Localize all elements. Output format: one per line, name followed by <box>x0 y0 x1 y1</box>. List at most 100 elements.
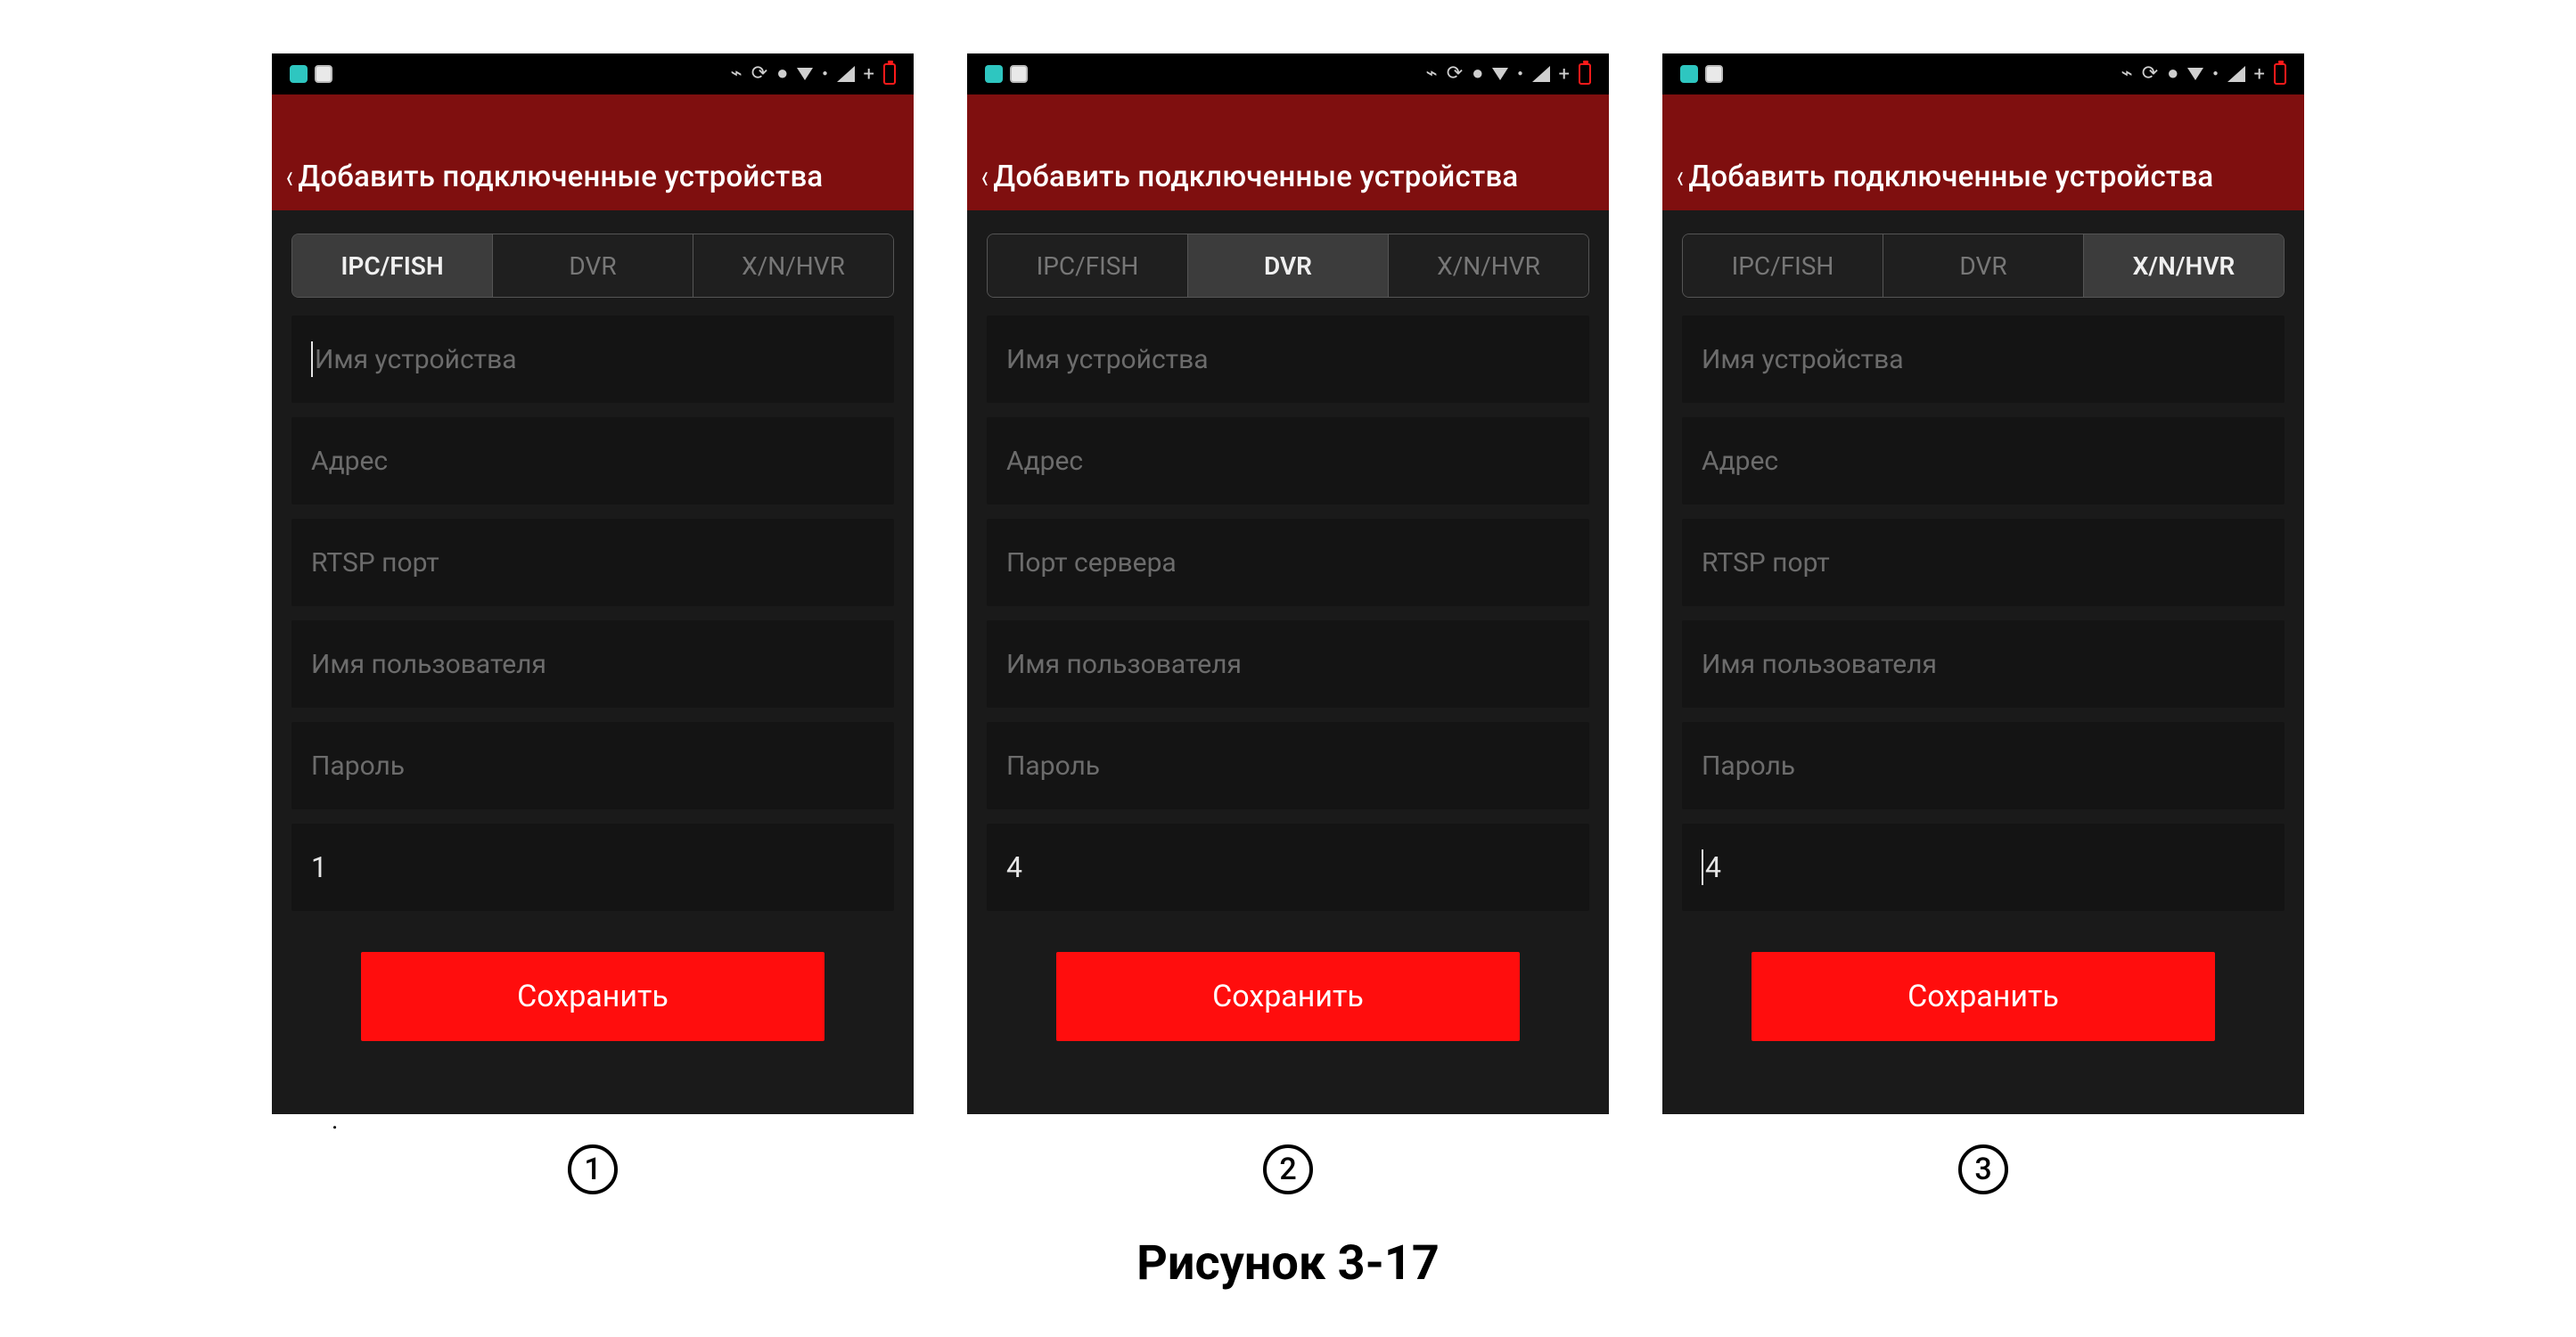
bluetooth-icon: ⌁ <box>730 64 742 84</box>
wifi-icon <box>797 68 813 80</box>
header-title: Добавить подключенные устройства <box>993 160 1518 194</box>
form-field[interactable]: Адрес <box>291 417 894 504</box>
status-bar: ⌁ ⟳ ● ● + <box>967 53 1609 94</box>
plus-icon: + <box>864 63 874 86</box>
chevron-left-icon: ‹ <box>286 160 293 194</box>
battery-low-icon <box>2274 63 2286 85</box>
status-bar: ⌁ ⟳ ● ● + <box>1662 53 2304 94</box>
signal-icon <box>837 66 855 82</box>
field-placeholder: Имя пользователя <box>1006 649 1242 680</box>
field-placeholder: Имя устройства <box>1006 344 1209 375</box>
plus-icon: + <box>1559 63 1570 86</box>
field-placeholder: Пароль <box>311 751 405 782</box>
form-field[interactable]: 1 <box>291 824 894 911</box>
signal-icon <box>2227 66 2245 82</box>
dot-icon: ● <box>1472 64 1483 84</box>
header-title: Добавить подключенные устройства <box>1688 160 2213 194</box>
field-placeholder: Адрес <box>1006 446 1083 477</box>
device-type-tab[interactable]: DVR <box>1188 234 1389 297</box>
phone-screenshot: ⌁ ⟳ ● ● + ‹ Добавить подключенные устрой… <box>1662 53 2304 1114</box>
phone-screenshot: ⌁ ⟳ ● ● + ‹ Добавить подключенные устрой… <box>272 53 914 1114</box>
field-placeholder: Пароль <box>1702 751 1795 782</box>
field-placeholder: RTSP порт <box>311 547 439 578</box>
bluetooth-icon: ⌁ <box>2121 64 2132 84</box>
sync-icon: ⟳ <box>751 64 767 84</box>
status-app-icon <box>315 65 332 83</box>
form-field[interactable]: Пароль <box>291 722 894 809</box>
back-button[interactable]: ‹ Добавить подключенные устройства <box>284 160 823 194</box>
device-type-tab[interactable]: X/N/HVR <box>1389 234 1588 297</box>
device-type-tabs: IPC/FISH DVR X/N/HVR <box>1682 234 2285 298</box>
device-type-tabs: IPC/FISH DVR X/N/HVR <box>291 234 894 298</box>
status-app-icon <box>290 65 308 83</box>
field-placeholder: RTSP порт <box>1702 547 1830 578</box>
form-field[interactable]: Пароль <box>987 722 1589 809</box>
field-placeholder: Имя пользователя <box>1702 649 1937 680</box>
plus-icon: + <box>2254 63 2265 86</box>
dot-icon: ● <box>822 70 827 78</box>
field-placeholder: Порт сервера <box>1006 547 1177 578</box>
device-type-tab[interactable]: IPC/FISH <box>988 234 1188 297</box>
form-field[interactable]: Имя пользователя <box>291 620 894 708</box>
battery-low-icon <box>1579 63 1591 85</box>
status-app-icon <box>1680 65 1698 83</box>
form-field[interactable]: Пароль <box>1682 722 2285 809</box>
form-field[interactable]: Имя пользователя <box>1682 620 2285 708</box>
sync-icon: ⟳ <box>2142 64 2158 84</box>
form-field[interactable]: Порт сервера <box>987 519 1589 606</box>
field-value: 4 <box>1006 850 1022 884</box>
phone-screenshot: ⌁ ⟳ ● ● + ‹ Добавить подключенные устрой… <box>967 53 1609 1114</box>
form-field[interactable]: 4 <box>1682 824 2285 911</box>
wifi-icon <box>2187 68 2203 80</box>
app-header: ‹ Добавить подключенные устройства <box>967 94 1609 210</box>
figure-caption: Рисунок 3-17 <box>1136 1235 1440 1292</box>
form-field[interactable]: RTSP порт <box>1682 519 2285 606</box>
form-field[interactable]: 4 <box>987 824 1589 911</box>
device-type-tabs: IPC/FISH DVR X/N/HVR <box>987 234 1589 298</box>
device-type-tab[interactable]: X/N/HVR <box>693 234 893 297</box>
signal-icon <box>1532 66 1550 82</box>
form-field[interactable]: Имя устройства <box>1682 316 2285 403</box>
dot-icon: ● <box>776 64 788 84</box>
form-field[interactable]: Имя устройства <box>987 316 1589 403</box>
wifi-icon <box>1492 68 1508 80</box>
sync-icon: ⟳ <box>1447 64 1463 84</box>
back-button[interactable]: ‹ Добавить подключенные устройства <box>980 160 1518 194</box>
chevron-left-icon: ‹ <box>1677 160 1684 194</box>
save-button[interactable]: Сохранить <box>361 952 824 1041</box>
screenshot-number: 3 <box>1958 1144 2008 1194</box>
status-bar: ⌁ ⟳ ● ● + <box>272 53 914 94</box>
back-button[interactable]: ‹ Добавить подключенные устройства <box>1675 160 2213 194</box>
dot-icon: ● <box>2212 70 2218 78</box>
device-type-tab[interactable]: IPC/FISH <box>1683 234 1883 297</box>
field-placeholder: Адрес <box>311 446 388 477</box>
form-field[interactable]: Имя устройства <box>291 316 894 403</box>
form-field[interactable]: Адрес <box>1682 417 2285 504</box>
chevron-left-icon: ‹ <box>981 160 989 194</box>
form-field[interactable]: Имя пользователя <box>987 620 1589 708</box>
screenshot-number: 2 <box>1263 1144 1313 1194</box>
screenshot-number: 1 <box>568 1144 618 1194</box>
field-value: 4 <box>1705 850 1721 884</box>
device-type-tab[interactable]: DVR <box>493 234 693 297</box>
status-app-icon <box>1010 65 1028 83</box>
device-type-tab[interactable]: X/N/HVR <box>2084 234 2284 297</box>
field-placeholder: Имя устройства <box>315 344 517 375</box>
battery-low-icon <box>883 63 896 85</box>
form-field[interactable]: RTSP порт <box>291 519 894 606</box>
app-header: ‹ Добавить подключенные устройства <box>1662 94 2304 210</box>
device-type-tab[interactable]: DVR <box>1883 234 2084 297</box>
form-field[interactable]: Адрес <box>987 417 1589 504</box>
stray-period: . <box>332 1105 338 1135</box>
bluetooth-icon: ⌁ <box>1425 64 1437 84</box>
device-type-tab[interactable]: IPC/FISH <box>292 234 493 297</box>
field-placeholder: Имя устройства <box>1702 344 1904 375</box>
field-placeholder: Пароль <box>1006 751 1100 782</box>
field-placeholder: Имя пользователя <box>311 649 546 680</box>
app-header: ‹ Добавить подключенные устройства <box>272 94 914 210</box>
header-title: Добавить подключенные устройства <box>298 160 823 194</box>
save-button[interactable]: Сохранить <box>1056 952 1520 1041</box>
save-button[interactable]: Сохранить <box>1752 952 2215 1041</box>
status-app-icon <box>985 65 1003 83</box>
field-placeholder: Адрес <box>1702 446 1778 477</box>
